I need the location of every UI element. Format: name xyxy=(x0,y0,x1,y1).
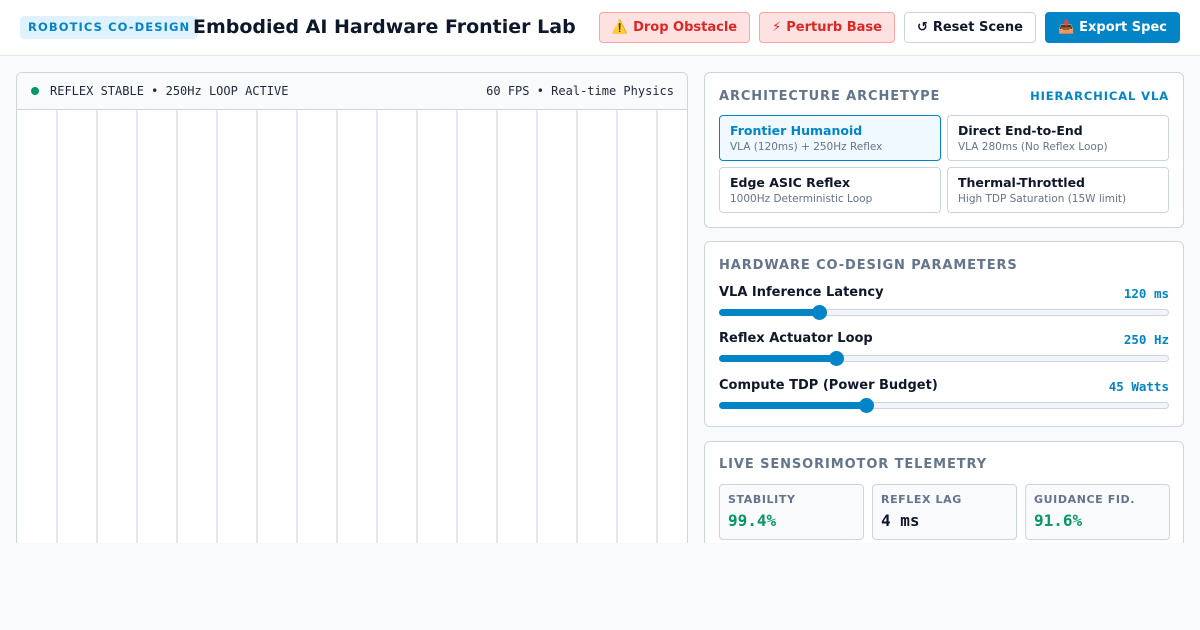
arch-card-desc: VLA 280ms (No Reflex Loop) xyxy=(958,141,1108,153)
scene-canvas[interactable] xyxy=(17,110,687,543)
slider-fill xyxy=(719,309,818,316)
loop-status: REFLEX STABLE • 250Hz LOOP ACTIVE xyxy=(31,84,288,98)
arch-card-edge-asic-reflex[interactable]: Edge ASIC Reflex 1000Hz Deterministic Lo… xyxy=(719,167,941,213)
arch-card-name: Frontier Humanoid xyxy=(730,123,863,138)
architecture-title: ARCHITECTURE ARCHETYPE xyxy=(719,89,941,104)
page-title: Embodied AI Hardware Frontier Lab xyxy=(193,16,576,38)
telemetry-value: 4 ms xyxy=(881,511,920,530)
drop-obstacle-button[interactable]: ⚠️ Drop Obstacle xyxy=(598,12,751,43)
perturb-base-label: Perturb Base xyxy=(786,20,882,35)
category-badge: ROBOTICS CO-DESIGN xyxy=(20,16,199,39)
loop-status-text: REFLEX STABLE • 250Hz LOOP ACTIVE xyxy=(50,84,289,98)
export-spec-label: Export Spec xyxy=(1079,20,1167,35)
telemetry-label: STABILITY xyxy=(728,493,796,506)
param-reflex-loop: Reflex Actuator Loop 250 Hz xyxy=(719,331,1169,371)
arch-card-desc: VLA (120ms) + 250Hz Reflex xyxy=(730,141,883,153)
slider-thumb[interactable] xyxy=(811,305,827,320)
warning-icon: ⚠️ xyxy=(611,20,629,35)
simulation-viewport[interactable]: REFLEX STABLE • 250Hz LOOP ACTIVE 60 FPS… xyxy=(16,72,688,543)
param-label: VLA Inference Latency xyxy=(719,285,884,300)
param-value: 45 Watts xyxy=(1108,379,1169,394)
vla-latency-slider[interactable] xyxy=(719,305,1169,320)
arch-card-direct-end-to-end[interactable]: Direct End-to-End VLA 280ms (No Reflex L… xyxy=(947,115,1169,161)
perturb-base-button[interactable]: ⚡ Perturb Base xyxy=(759,12,895,43)
param-label: Compute TDP (Power Budget) xyxy=(719,378,938,393)
arch-card-name: Thermal-Throttled xyxy=(958,175,1086,190)
compute-tdp-slider[interactable] xyxy=(719,398,1169,413)
download-icon: 📥 xyxy=(1057,20,1075,35)
selected-architecture: HIERARCHICAL VLA xyxy=(1030,89,1169,103)
telemetry-guidance-fidelity: GUIDANCE FID. 91.6% xyxy=(1025,484,1170,540)
param-value: 120 ms xyxy=(1123,286,1169,301)
telemetry-value: 91.6% xyxy=(1034,511,1083,530)
telemetry-reflex-lag: REFLEX LAG 4 ms xyxy=(872,484,1017,540)
fps-readout: 60 FPS • Real-time Physics xyxy=(486,84,674,98)
top-bar: ROBOTICS CO-DESIGN Embodied AI Hardware … xyxy=(0,0,1200,56)
slider-fill xyxy=(719,355,836,362)
telemetry-panel: LIVE SENSORIMOTOR TELEMETRY STABILITY 99… xyxy=(704,441,1184,543)
viewport-header: REFLEX STABLE • 250Hz LOOP ACTIVE 60 FPS… xyxy=(17,73,687,110)
arch-card-name: Direct End-to-End xyxy=(958,123,1083,138)
telemetry-stability: STABILITY 99.4% xyxy=(719,484,864,540)
reflex-loop-slider[interactable] xyxy=(719,351,1169,366)
arch-card-name: Edge ASIC Reflex xyxy=(730,175,851,190)
parameters-panel: HARDWARE CO-DESIGN PARAMETERS VLA Infere… xyxy=(704,241,1184,427)
telemetry-value: 99.4% xyxy=(728,511,777,530)
param-label: Reflex Actuator Loop xyxy=(719,331,873,346)
parameters-title: HARDWARE CO-DESIGN PARAMETERS xyxy=(719,258,1018,273)
param-compute-tdp: Compute TDP (Power Budget) 45 Watts xyxy=(719,378,1169,418)
param-vla-latency: VLA Inference Latency 120 ms xyxy=(719,285,1169,325)
slider-fill xyxy=(719,402,865,409)
toolbar: ⚠️ Drop Obstacle ⚡ Perturb Base ↺ Reset … xyxy=(598,12,1180,43)
reset-scene-button[interactable]: ↺ Reset Scene xyxy=(903,12,1036,43)
reset-icon: ↺ xyxy=(916,20,928,35)
telemetry-label: GUIDANCE FID. xyxy=(1034,493,1136,506)
architecture-panel: ARCHITECTURE ARCHETYPE HIERARCHICAL VLA … xyxy=(704,72,1184,228)
param-value: 250 Hz xyxy=(1123,332,1169,347)
status-dot-icon xyxy=(31,87,39,95)
telemetry-title: LIVE SENSORIMOTOR TELEMETRY xyxy=(719,457,988,472)
drop-obstacle-label: Drop Obstacle xyxy=(633,20,738,35)
grid-lines xyxy=(56,110,658,543)
telemetry-label: REFLEX LAG xyxy=(881,493,962,506)
arch-card-thermal-throttled[interactable]: Thermal-Throttled High TDP Saturation (1… xyxy=(947,167,1169,213)
slider-thumb[interactable] xyxy=(858,398,874,413)
arch-card-desc: High TDP Saturation (15W limit) xyxy=(958,193,1127,205)
lightning-icon: ⚡ xyxy=(772,20,782,35)
arch-card-desc: 1000Hz Deterministic Loop xyxy=(730,193,873,205)
arch-card-frontier-humanoid[interactable]: Frontier Humanoid VLA (120ms) + 250Hz Re… xyxy=(719,115,941,161)
export-spec-button[interactable]: 📥 Export Spec xyxy=(1044,12,1180,43)
reset-scene-label: Reset Scene xyxy=(932,20,1023,35)
slider-thumb[interactable] xyxy=(829,351,845,366)
